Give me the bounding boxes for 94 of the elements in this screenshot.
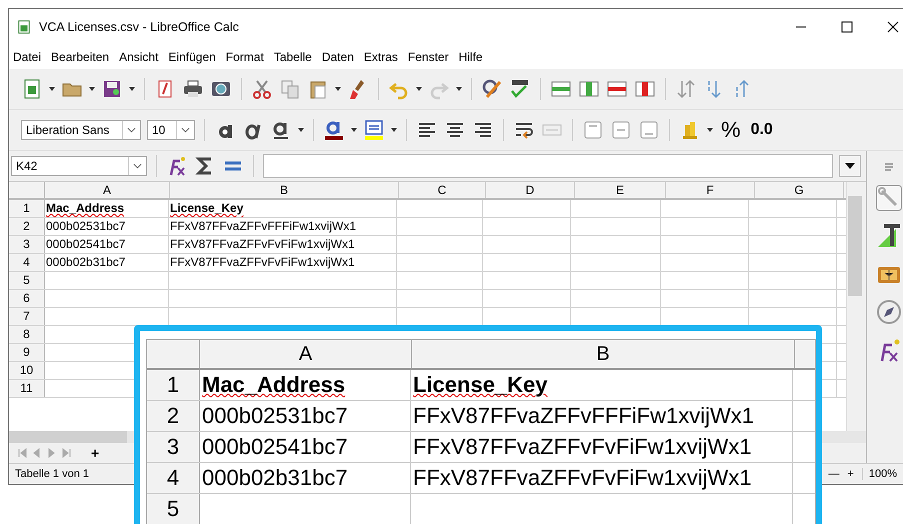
caret-icon[interactable] [335,87,341,91]
table-cell: 000b02531bc7 [202,403,348,428]
table-cell: 000b02541bc7 [46,237,126,251]
row-header[interactable]: 10 [9,362,45,379]
align-middle-icon[interactable] [610,119,632,141]
name-box[interactable]: K42 [11,156,147,176]
column-header: B [412,340,795,368]
zoom-level: 100% [862,468,903,480]
row-header: 3 [147,432,200,462]
zoom-in-button[interactable]: + [847,468,854,480]
menu-item[interactable]: Format [226,50,264,64]
font-name-field[interactable]: Liberation Sans [21,120,141,140]
caret-icon[interactable] [129,87,135,91]
menu-item[interactable]: Einfügen [168,50,216,64]
table-cell: Mac_Address [46,201,124,215]
percent-button[interactable]: % [719,117,743,143]
horizontal-scrollbar[interactable] [9,431,127,443]
row-header[interactable]: 7 [9,308,45,325]
caret-icon[interactable] [391,128,397,132]
table-cell: License_Key [413,372,548,397]
table-cell: FFxV87FFvaZFFvFFFiFw1xvijWx1 [170,219,356,233]
zoom-out-button[interactable]: — [828,468,840,480]
row-header[interactable]: 5 [9,272,45,289]
printer-icon[interactable] [182,78,204,100]
menu-item[interactable]: Tabelle [274,50,312,64]
formula-input-field[interactable] [263,154,833,178]
scissors-icon[interactable] [251,78,273,100]
row-header[interactable]: 1 [9,200,45,217]
row-header[interactable]: 2 [9,218,45,235]
row-header[interactable]: 8 [9,326,45,343]
table-cell: FFxV87FFvaZFFvFvFiFw1xvijWx1 [170,237,355,251]
row-header: 1 [147,370,200,400]
caret-icon[interactable] [49,87,55,91]
column-header[interactable]: A [45,182,170,198]
spellcheck-icon[interactable] [509,78,531,100]
text-properties-icon[interactable] [876,223,902,249]
table-cell: FFxV87FFvaZFFvFvFiFw1xvijWx1 [170,255,355,269]
menu-item[interactable]: Bearbeiten [51,50,110,64]
align-top-icon[interactable] [582,119,604,141]
sheet-status: Tabelle 1 von 1 [15,468,89,480]
maximize-icon[interactable] [841,21,853,33]
caret-icon[interactable] [351,128,357,132]
window-title: VCA Licenses.csv - LibreOffice Calc [39,20,239,34]
menu-item[interactable]: Datei [13,50,42,64]
row-header: 4 [147,463,200,493]
add-sheet-button[interactable]: + [89,445,102,461]
caret-icon[interactable] [416,87,422,91]
column-header[interactable]: D [486,182,575,198]
wrench-icon[interactable] [876,185,902,211]
row-header: 2 [147,401,200,431]
menu-item[interactable]: Fenster [408,50,449,64]
table-cell: 000b02b31bc7 [46,255,126,269]
caret-icon[interactable] [298,128,304,132]
compass-icon[interactable] [876,299,902,325]
table-cell: FFxV87FFvaZFFvFFFiFw1xvijWx1 [413,403,754,428]
table-cell: 000b02b31bc7 [202,465,348,490]
row-header[interactable]: 4 [9,254,45,271]
table-cell: Mac_Address [202,372,346,397]
caret-icon[interactable] [89,87,95,91]
table-cell: License_Key [170,201,244,215]
row-header[interactable]: 3 [9,236,45,253]
row-header[interactable]: 6 [9,290,45,307]
column-header: A [200,340,412,368]
vertical-scrollbar[interactable] [846,182,863,431]
table-cell: FFxV87FFvaZFFvFvFiFw1xvijWx1 [413,465,752,490]
column-header[interactable]: C [399,182,486,198]
font-color-icon[interactable] [323,119,345,141]
menu-icon[interactable] [883,161,895,173]
find-replace-icon[interactable] [481,78,503,100]
column-header[interactable]: B [170,182,399,198]
scroll-thumb[interactable] [848,196,862,296]
highlight-icon[interactable] [363,119,385,141]
table-cell: 000b02531bc7 [46,219,126,233]
table-cell: 000b02541bc7 [202,434,348,459]
menu-item[interactable]: Daten [322,50,354,64]
expand-icon[interactable] [839,155,861,177]
save-icon[interactable] [101,78,123,100]
number-format-button[interactable]: 0.0 [748,121,775,139]
spreadsheet-icon [17,19,31,35]
caret-icon[interactable] [456,87,462,91]
column-header[interactable]: E [575,182,666,198]
column-header[interactable]: F [666,182,755,198]
row-header: 5 [147,494,200,524]
caret-icon[interactable] [707,128,713,132]
column-header[interactable]: G [755,182,844,198]
font-size-field[interactable]: 10 [147,120,195,140]
row-header[interactable]: 9 [9,344,45,361]
menu-item[interactable]: Ansicht [119,50,158,64]
row-header[interactable]: 11 [9,380,45,397]
menu-item[interactable]: Hilfe [458,50,483,64]
menu-item[interactable]: Extras [364,50,398,64]
align-bottom-icon[interactable] [638,119,660,141]
close-icon[interactable] [887,21,899,33]
table-cell: FFxV87FFvaZFFvFvFiFw1xvijWx1 [413,434,752,459]
